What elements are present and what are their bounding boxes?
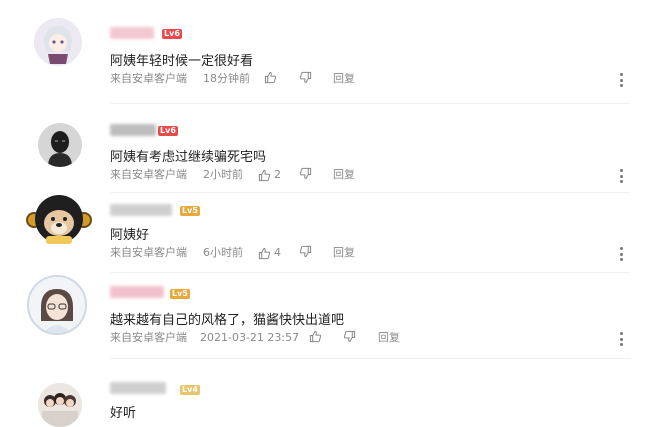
group-photo-avatar[interactable] [38, 383, 82, 427]
source-label: 来自安卓客户端 [110, 72, 187, 85]
username-blurred[interactable] [110, 27, 154, 39]
level-badge: Lv5 [170, 289, 190, 299]
masked-figure-avatar[interactable] [38, 123, 82, 167]
comment-meta: 来自安卓客户端 2021-03-21 23:57 回复 [110, 330, 630, 346]
dislike-button[interactable] [343, 330, 356, 343]
like-count: 2 [274, 168, 281, 181]
divider [110, 358, 630, 359]
timestamp: 2小时前 [203, 168, 243, 181]
timestamp: 6小时前 [203, 246, 243, 259]
comment-text: 阿姨好 [110, 228, 150, 243]
thumbs-up-icon [309, 330, 322, 343]
like-button[interactable]: 4 [258, 245, 281, 261]
divider [110, 192, 630, 193]
source-label: 来自安卓客户端 [110, 168, 187, 181]
level-badge: Lv6 [162, 29, 182, 39]
thumbs-down-icon [343, 330, 356, 343]
comment-text: 越来越有自己的风格了，猫酱快快出道吧 [110, 313, 345, 328]
like-button[interactable] [264, 71, 280, 84]
level-badge: Lv4 [180, 385, 200, 395]
thumbs-up-icon [258, 247, 271, 259]
source-label: 来自安卓客户端 [110, 331, 187, 344]
more-options-icon[interactable] [619, 332, 623, 346]
like-button[interactable] [309, 330, 325, 343]
anime-girl-avatar[interactable] [34, 18, 82, 66]
more-options-icon[interactable] [619, 169, 623, 183]
reply-button[interactable]: 回复 [333, 245, 355, 261]
comment-text: 阿姨有考虑过继续骗死宅吗 [110, 150, 267, 165]
dislike-button[interactable] [299, 71, 312, 84]
source-label: 来自安卓客户端 [110, 246, 187, 259]
timestamp: 2021-03-21 23:57 [200, 331, 300, 344]
timestamp: 18分钟前 [203, 72, 250, 85]
thumbs-up-icon [264, 71, 277, 84]
reply-button[interactable]: 回复 [333, 71, 355, 87]
more-options-icon[interactable] [619, 73, 623, 87]
thumbs-down-icon [299, 245, 312, 258]
reply-button[interactable]: 回复 [333, 167, 355, 183]
more-options-icon[interactable] [619, 247, 623, 261]
username-blurred[interactable] [110, 382, 166, 394]
username-blurred[interactable] [110, 204, 172, 216]
reply-button[interactable]: 回复 [378, 330, 400, 346]
divider [110, 272, 630, 273]
level-badge: Lv5 [180, 206, 200, 216]
thumbs-up-icon [258, 169, 271, 181]
divider [110, 103, 630, 104]
comment-text: 阿姨年轻时候一定很好看 [110, 54, 254, 69]
comment-meta: 来自安卓客户端 2小时前 2 回复 [110, 167, 630, 183]
thumbs-down-icon [299, 71, 312, 84]
username-blurred[interactable] [110, 124, 156, 136]
thumbs-down-icon [299, 167, 312, 180]
comment-meta: 来自安卓客户端 6小时前 4 回复 [110, 245, 630, 261]
dislike-button[interactable] [299, 167, 312, 180]
dog-avatar[interactable] [26, 192, 92, 248]
comment-meta: 来自安卓客户端 18分钟前 回复 [110, 71, 630, 87]
comment-text: 好听 [110, 406, 137, 421]
like-button[interactable]: 2 [258, 167, 281, 183]
like-count: 4 [274, 246, 281, 259]
level-badge: Lv6 [158, 126, 178, 136]
girl-photo-avatar[interactable] [27, 275, 87, 335]
username-blurred[interactable] [110, 286, 164, 298]
dislike-button[interactable] [299, 245, 312, 258]
